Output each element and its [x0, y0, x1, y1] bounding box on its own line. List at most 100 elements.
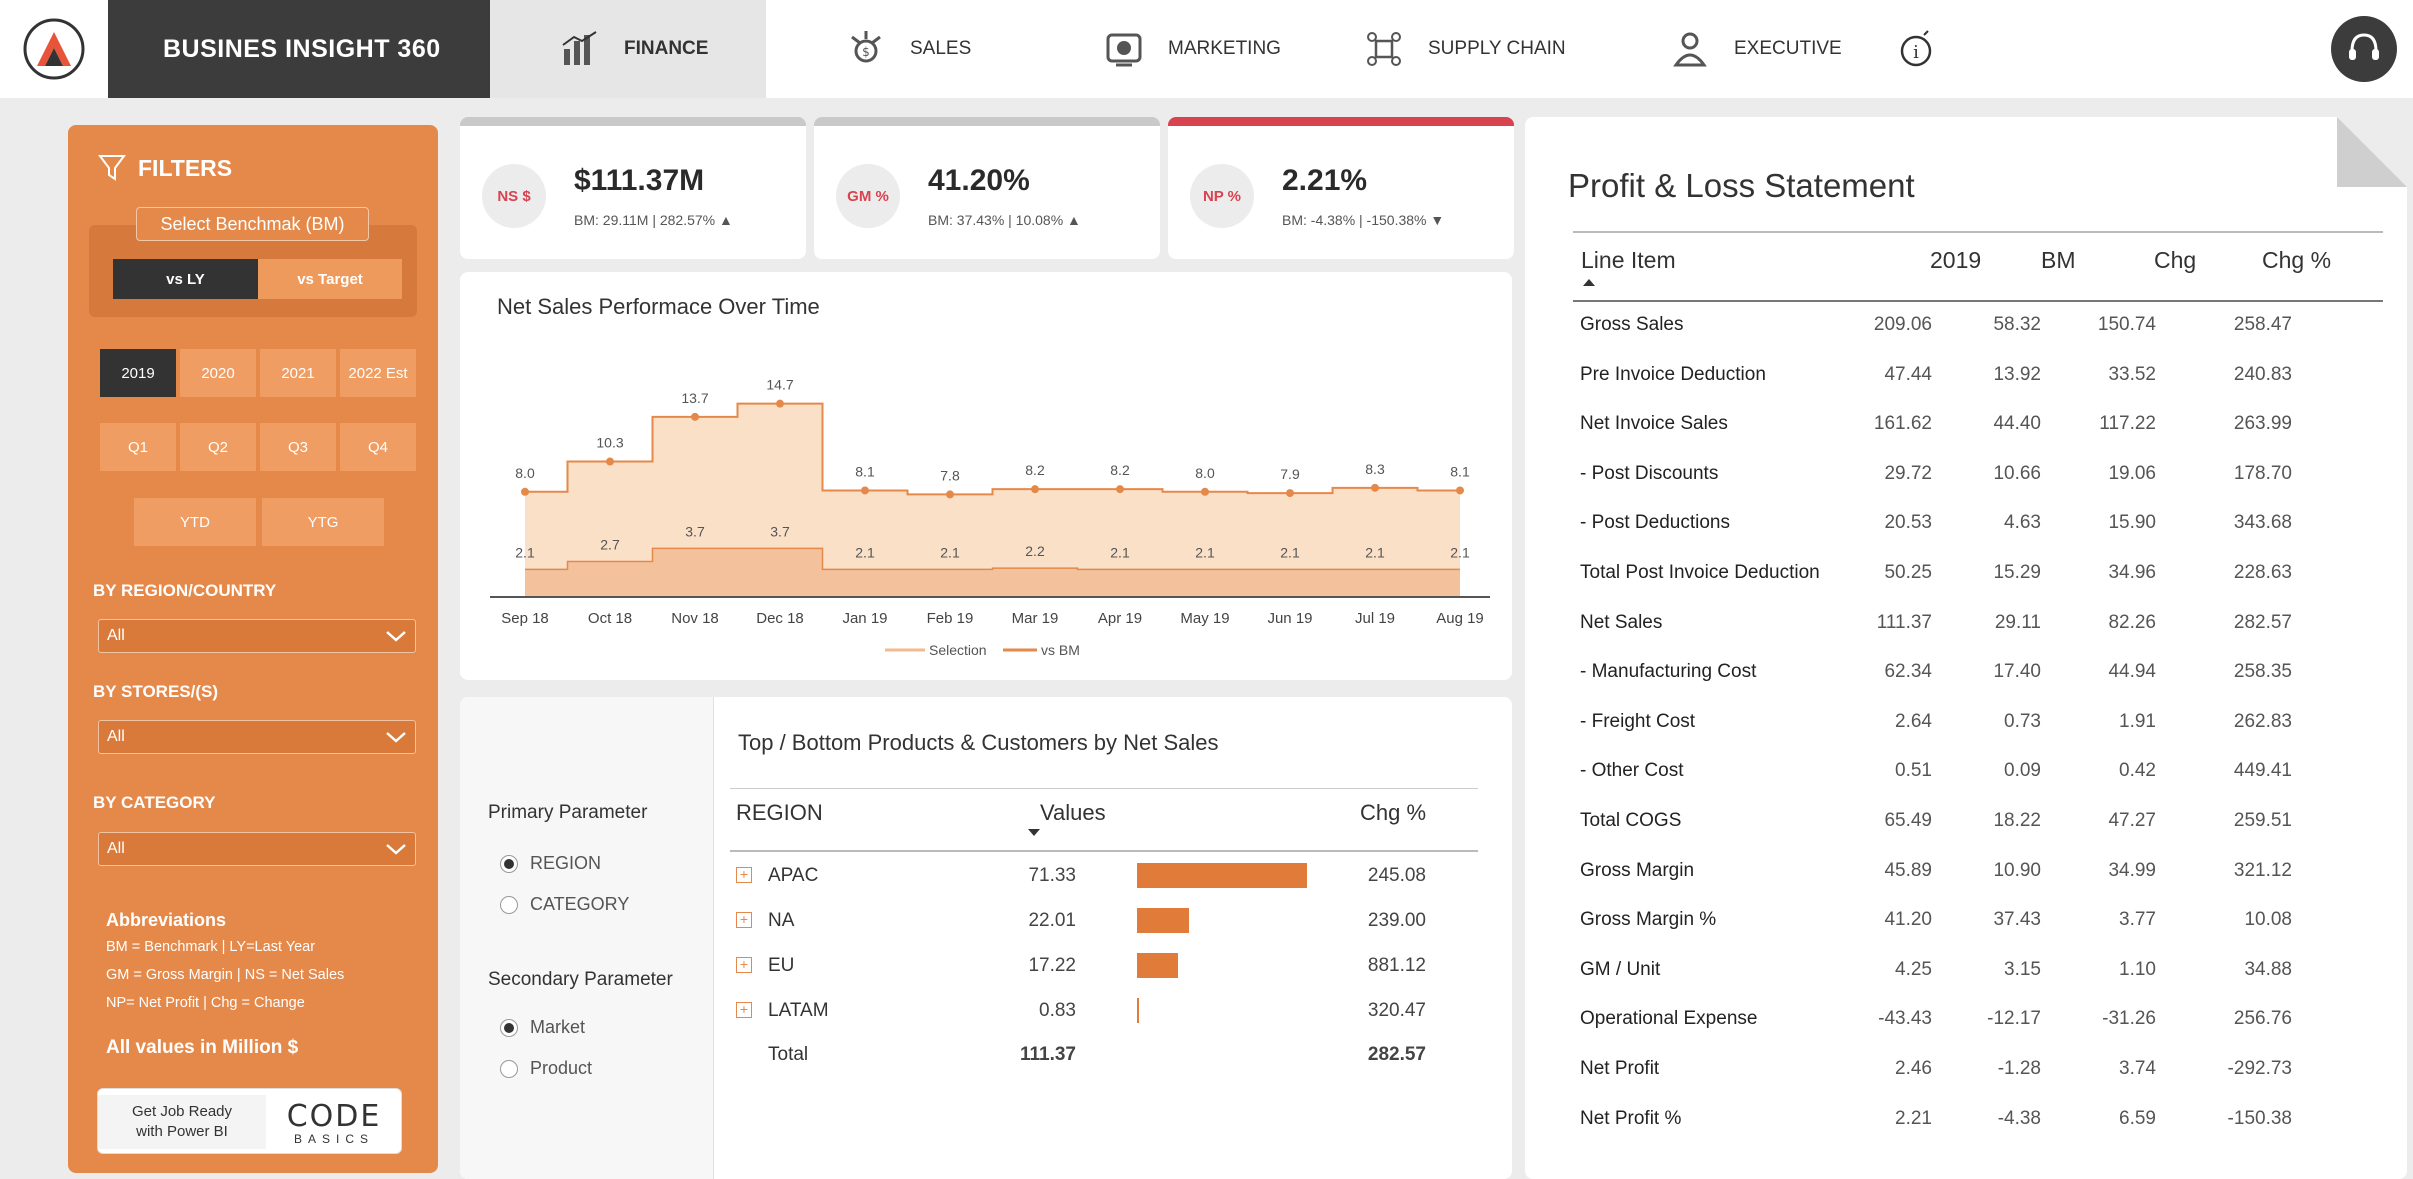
period-ytd[interactable]: YTD — [134, 498, 256, 546]
abbreviation-line: NP= Net Profit | Chg = Change — [106, 995, 305, 1011]
tab-marketing[interactable]: MARKETING — [1102, 0, 1281, 98]
pl-header-2019[interactable]: 2019 — [1930, 247, 1981, 302]
pl-header-bm[interactable]: BM — [2041, 247, 2076, 302]
table-row[interactable]: + NA 22.01 239.00 — [730, 900, 1478, 944]
row-name: LATAM — [768, 1000, 829, 1021]
year-2020[interactable]: 2020 — [180, 349, 256, 397]
banner-line-2: with Power BI — [136, 1123, 228, 1140]
pl-row[interactable]: - Post Discounts 29.72 10.66 19.06 178.70 — [1580, 451, 2380, 500]
radio-market[interactable]: Market — [500, 1017, 585, 1038]
period-ytg[interactable]: YTG — [262, 498, 384, 546]
pl-row[interactable]: Net Sales 111.37 29.11 82.26 282.57 — [1580, 600, 2380, 649]
tab-label: FINANCE — [624, 38, 709, 59]
support-button[interactable] — [2331, 16, 2397, 82]
pl-value: 282.57 — [2233, 611, 2292, 633]
selection-point — [606, 457, 614, 466]
pl-row[interactable]: - Manufacturing Cost 62.34 17.40 44.94 258.3… — [1580, 649, 2380, 698]
pl-row[interactable]: Net Profit % 2.21 -4.38 6.59 -150.38 — [1580, 1096, 2380, 1145]
radio-product[interactable]: Product — [500, 1058, 592, 1079]
abbreviation-line: BM = Benchmark | LY=Last Year — [106, 939, 316, 955]
stores-dropdown[interactable]: All — [98, 720, 416, 754]
data-label: 8.1 — [855, 463, 875, 479]
table-row[interactable]: + LATAM 0.83 320.47 — [730, 990, 1478, 1034]
expand-icon[interactable]: + — [736, 912, 752, 928]
tab-finance[interactable]: FINANCE — [490, 0, 766, 98]
col-header-values[interactable]: Values — [1040, 800, 1106, 826]
pl-row[interactable]: - Freight Cost 2.64 0.73 1.91 262.83 — [1580, 699, 2380, 748]
col-header-region[interactable]: REGION — [736, 800, 823, 826]
pl-row[interactable]: Gross Margin % 41.20 37.43 3.77 10.08 — [1580, 897, 2380, 946]
x-tick-label: Oct 18 — [588, 610, 632, 627]
expand-icon[interactable]: + — [736, 957, 752, 973]
x-tick-label: Dec 18 — [756, 610, 804, 627]
data-label: 2.2 — [1025, 543, 1045, 559]
col-header-chg[interactable]: Chg % — [1360, 800, 1426, 826]
kpi-value: 41.20% — [928, 164, 1030, 197]
pl-row[interactable]: Gross Sales 209.06 58.32 150.74 258.47 — [1580, 302, 2380, 351]
pl-value: 37.43 — [1993, 909, 2041, 931]
expand-icon[interactable]: + — [736, 1002, 752, 1018]
pl-row[interactable]: Pre Invoice Deduction 47.44 13.92 33.52 240.… — [1580, 352, 2380, 401]
pl-row[interactable]: Gross Margin 45.89 10.90 34.99 321.12 — [1580, 848, 2380, 897]
pl-value: 10.66 — [1993, 462, 2041, 484]
radio-category[interactable]: CATEGORY — [500, 894, 629, 915]
category-dropdown[interactable]: All — [98, 832, 416, 866]
pl-value: 58.32 — [1993, 314, 2041, 335]
pl-row[interactable]: - Post Deductions 20.53 4.63 15.90 343.68 — [1580, 500, 2380, 549]
info-button[interactable]: i — [1894, 0, 1938, 98]
codebasics-banner[interactable]: Get Job Ready with Power BI CODE BASICS — [97, 1088, 402, 1154]
data-label: 8.0 — [515, 465, 535, 481]
region-dropdown[interactable]: All — [98, 619, 416, 653]
pl-row[interactable]: Total COGS 65.49 18.22 47.27 259.51 — [1580, 798, 2380, 847]
selection-point — [1456, 486, 1464, 495]
x-tick-label: Apr 19 — [1098, 610, 1142, 627]
pl-row[interactable]: Net Profit 2.46 -1.28 3.74 -292.73 — [1580, 1046, 2380, 1095]
benchmark-vs-ly[interactable]: vs LY — [113, 259, 258, 299]
tab-supply-chain[interactable]: SUPPLY CHAIN — [1362, 0, 1566, 98]
data-label: 14.7 — [766, 377, 793, 393]
pl-row[interactable]: GM / Unit 4.25 3.15 1.10 34.88 — [1580, 947, 2380, 996]
tab-sales[interactable]: $ SALES — [844, 0, 971, 98]
quarter-q2[interactable]: Q2 — [180, 423, 256, 471]
pl-header-chg[interactable]: Chg — [2154, 247, 2196, 302]
x-tick-label: May 19 — [1180, 610, 1229, 627]
quarter-q1[interactable]: Q1 — [100, 423, 176, 471]
category-value: All — [107, 840, 125, 857]
pl-row[interactable]: Total Post Invoice Deduction 50.25 15.29 34… — [1580, 550, 2380, 599]
value-bar — [1137, 863, 1307, 888]
quarter-q3[interactable]: Q3 — [260, 423, 336, 471]
year-2019[interactable]: 2019 — [100, 349, 176, 397]
table-divider — [1573, 231, 2383, 233]
table-row[interactable]: + APAC 71.33 245.08 — [730, 855, 1478, 899]
pl-line-item: Net Sales — [1580, 611, 1663, 633]
expand-icon[interactable]: + — [736, 867, 752, 883]
pl-value: 45.89 — [1884, 859, 1932, 881]
pl-value: 3.15 — [2004, 958, 2041, 980]
marketing-icon — [1102, 27, 1146, 71]
selection-point — [1286, 489, 1294, 498]
kpi-subtext: BM: 37.43% | 10.08% ▲ — [928, 212, 1081, 228]
pl-row[interactable]: Net Invoice Sales 161.62 44.40 117.22 263.99 — [1580, 401, 2380, 450]
benchmark-vs-target[interactable]: vs Target — [258, 259, 402, 299]
pl-row[interactable]: Operational Expense -43.43 -12.17 -31.26 256… — [1580, 996, 2380, 1045]
radio-region[interactable]: REGION — [500, 853, 601, 874]
pl-line-item: Net Profit % — [1580, 1107, 1682, 1129]
quarter-q4[interactable]: Q4 — [340, 423, 416, 471]
pl-value: 1.10 — [2119, 958, 2156, 980]
pl-value: 0.51 — [1895, 760, 1932, 782]
row-chg: 239.00 — [1367, 910, 1426, 931]
pl-header-chg-pct[interactable]: Chg % — [2262, 247, 2331, 302]
pl-line-item: Operational Expense — [1580, 1008, 1758, 1030]
page-fold-decoration — [2337, 117, 2407, 187]
banner-tagline: Get Job Ready with Power BI — [98, 1095, 266, 1149]
pl-header-line-item[interactable]: Line Item — [1581, 247, 1676, 302]
net-sales-chart-card: Net Sales Performace Over Time 8.0 10.3 13… — [460, 272, 1512, 680]
pl-row[interactable]: - Other Cost 0.51 0.09 0.42 449.41 — [1580, 748, 2380, 797]
year-2021[interactable]: 2021 — [260, 349, 336, 397]
year-2022-est[interactable]: 2022 Est — [340, 349, 416, 397]
tab-executive[interactable]: EXECUTIVE — [1668, 0, 1842, 98]
pl-value: 44.94 — [2108, 661, 2156, 683]
total-value: 111.37 — [1019, 1044, 1076, 1065]
x-tick-label: Feb 19 — [927, 610, 974, 627]
table-row[interactable]: + EU 17.22 881.12 — [730, 945, 1478, 989]
